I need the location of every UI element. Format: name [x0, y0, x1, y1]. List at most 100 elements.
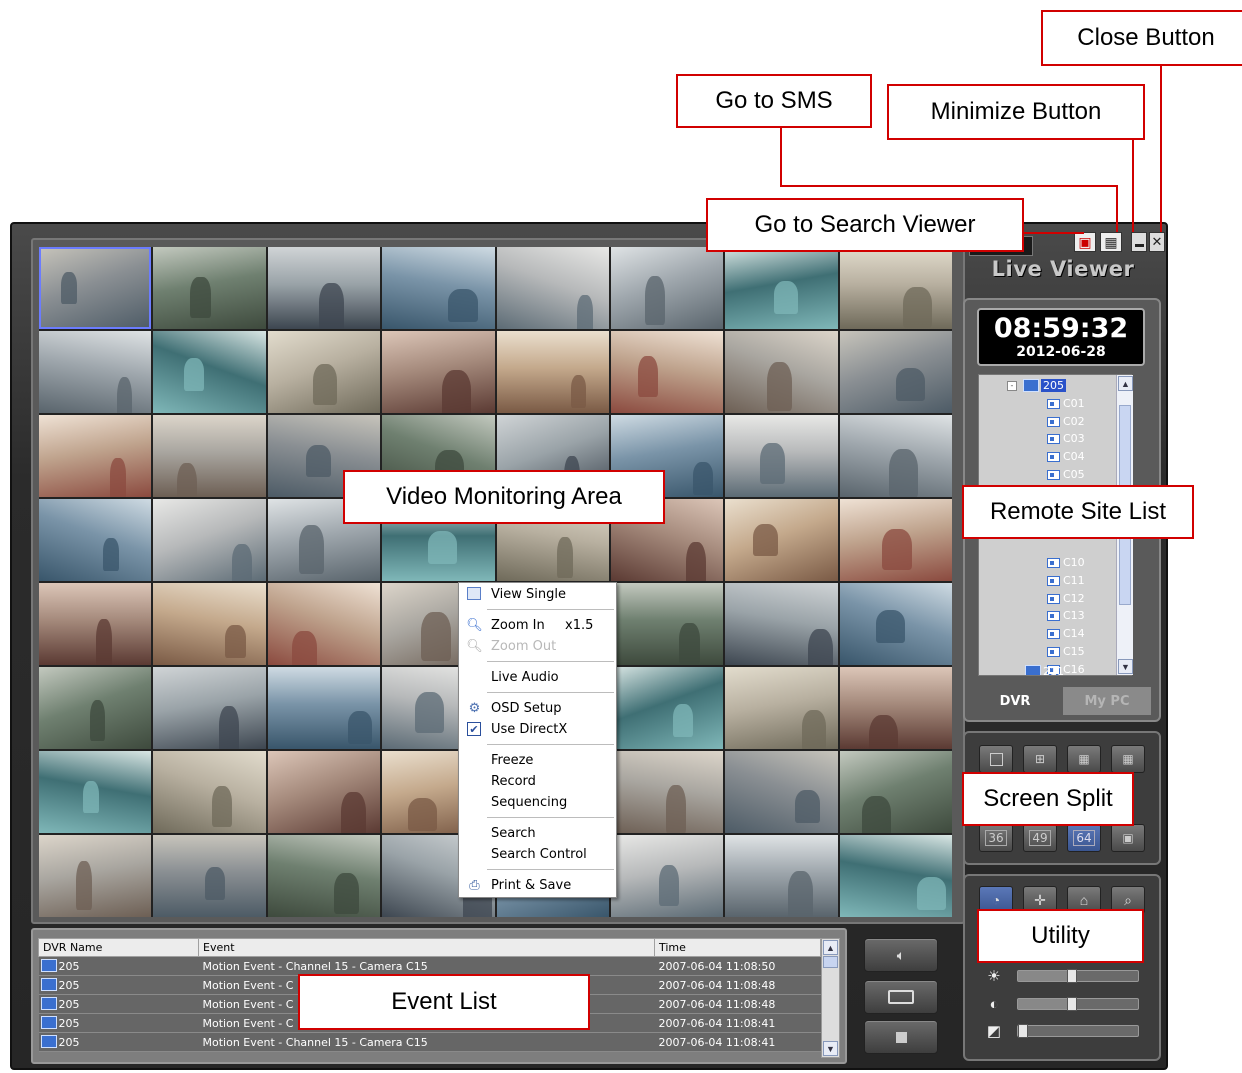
camera-tile[interactable]	[267, 331, 381, 413]
camera-tile[interactable]	[39, 583, 152, 665]
camera-tile[interactable]	[153, 835, 266, 917]
camera-tile[interactable]	[725, 667, 838, 749]
tree-node-camera[interactable]: C04	[1047, 448, 1085, 465]
camera-tile[interactable]	[267, 583, 381, 665]
record-button[interactable]	[864, 980, 938, 1014]
camera-tile[interactable]	[610, 331, 724, 413]
split-49-button[interactable]: 49	[1023, 824, 1057, 852]
camera-tile[interactable]	[496, 331, 609, 413]
minimize-button[interactable]	[1131, 232, 1147, 252]
menu-print-save[interactable]: ⎙ Print & Save	[459, 875, 616, 896]
menu-search[interactable]: Search	[459, 823, 616, 844]
camera-tile[interactable]	[153, 583, 266, 665]
camera-tile[interactable]	[153, 247, 266, 329]
menu-use-directx[interactable]: ✔ Use DirectX	[459, 719, 616, 740]
split-1-button[interactable]	[979, 745, 1013, 773]
tree-node-camera[interactable]: C02	[1047, 413, 1085, 430]
menu-freeze[interactable]: Freeze	[459, 750, 616, 771]
camera-tile[interactable]	[153, 751, 266, 833]
column-event[interactable]: Event	[198, 938, 655, 957]
scroll-up-icon[interactable]: ▲	[823, 940, 838, 955]
camera-tile[interactable]	[267, 751, 381, 833]
camera-tile[interactable]	[725, 247, 838, 329]
camera-tile[interactable]	[725, 331, 838, 413]
tree-scroll-down-icon[interactable]: ▼	[1118, 659, 1133, 674]
camera-tile[interactable]	[267, 667, 381, 749]
tree-scroll-up-icon[interactable]: ▲	[1118, 376, 1133, 391]
tree-node-camera[interactable]: C15	[1047, 643, 1085, 660]
tree-node-camera[interactable]: C13	[1047, 607, 1085, 624]
camera-tile[interactable]	[39, 247, 152, 329]
menu-osd-setup[interactable]: ⚙ OSD Setup	[459, 698, 616, 719]
column-dvr-name[interactable]: DVR Name	[38, 938, 199, 957]
camera-tile[interactable]	[725, 835, 838, 917]
camera-tile[interactable]	[839, 583, 952, 665]
event-row[interactable]: 205 Motion Event - Channel 15 - Camera C1…	[38, 956, 821, 976]
split-4-button[interactable]: ⊞	[1023, 745, 1057, 773]
tree-node-site[interactable]: -205	[1007, 377, 1066, 394]
menu-zoom-out[interactable]: 🔍︎ Zoom Out	[459, 636, 616, 657]
menu-view-single[interactable]: View Single	[459, 584, 616, 605]
camera-tile[interactable]	[610, 667, 724, 749]
fullscreen-button[interactable]: ▣	[1111, 824, 1145, 852]
camera-tile[interactable]	[839, 835, 952, 917]
camera-tile[interactable]	[39, 667, 152, 749]
tree-node-camera[interactable]: C14	[1047, 625, 1085, 642]
menu-record[interactable]: Record	[459, 771, 616, 792]
tab-dvr[interactable]: DVR	[971, 687, 1059, 715]
event-row[interactable]: 205 Motion Event - Channel 15 - Camera C1…	[38, 1032, 821, 1052]
camera-tile[interactable]	[267, 835, 381, 917]
camera-tile[interactable]	[725, 415, 838, 497]
tree-node-camera[interactable]: C01	[1047, 395, 1085, 412]
event-list-scrollbar[interactable]: ▲ ▼	[821, 938, 840, 1058]
camera-tile[interactable]	[153, 499, 266, 581]
camera-tile[interactable]	[39, 499, 152, 581]
close-button[interactable]: ✕	[1149, 232, 1165, 252]
tree-node-camera[interactable]: C12	[1047, 590, 1085, 607]
camera-tile[interactable]	[382, 331, 495, 413]
split-16-button[interactable]: ▦	[1111, 745, 1145, 773]
tree-node-camera[interactable]: C03	[1047, 430, 1085, 447]
camera-tile[interactable]	[839, 499, 952, 581]
camera-tile[interactable]	[39, 331, 152, 413]
saturation-thumb[interactable]	[1018, 1024, 1028, 1038]
camera-tile[interactable]	[153, 667, 266, 749]
camera-tile[interactable]	[725, 583, 838, 665]
camera-tile[interactable]	[267, 247, 381, 329]
column-time[interactable]: Time	[654, 938, 821, 957]
tree-node-camera[interactable]: C10	[1047, 554, 1085, 571]
camera-tile[interactable]	[39, 415, 152, 497]
search-viewer-button[interactable]: ▣	[1074, 232, 1096, 252]
camera-tile[interactable]	[725, 499, 838, 581]
saturation-slider[interactable]	[1017, 1024, 1139, 1038]
camera-tile[interactable]	[153, 415, 266, 497]
stop-button[interactable]	[864, 1020, 938, 1054]
menu-live-audio[interactable]: Live Audio	[459, 667, 616, 688]
camera-tile[interactable]	[725, 751, 838, 833]
menu-zoom-in[interactable]: 🔍︎ Zoom In x1.5	[459, 615, 616, 636]
menu-sequencing[interactable]: Sequencing	[459, 792, 616, 813]
sms-button[interactable]: ▦	[1100, 232, 1122, 252]
camera-tile[interactable]	[839, 751, 952, 833]
split-9-button[interactable]: ▦	[1067, 745, 1101, 773]
camera-tile[interactable]	[839, 667, 952, 749]
camera-tile[interactable]	[382, 247, 495, 329]
contrast-thumb[interactable]	[1067, 997, 1077, 1011]
scroll-thumb[interactable]	[823, 956, 838, 968]
camera-tile[interactable]	[839, 415, 952, 497]
camera-tile[interactable]	[610, 583, 724, 665]
split-36-button[interactable]: 36	[979, 824, 1013, 852]
camera-tile[interactable]	[153, 331, 266, 413]
camera-tile[interactable]	[496, 247, 609, 329]
tree-node-site[interactable]: 211	[1025, 663, 1064, 675]
menu-search-control[interactable]: Search Control	[459, 844, 616, 865]
camera-tile[interactable]	[839, 247, 952, 329]
tree-node-camera[interactable]: C05	[1047, 466, 1085, 483]
tree-node-camera[interactable]: C11	[1047, 572, 1085, 589]
camera-tile[interactable]	[39, 835, 152, 917]
split-64-button[interactable]: 64	[1067, 824, 1101, 852]
audio-button[interactable]: 🔈︎	[864, 938, 938, 972]
camera-tile[interactable]	[610, 835, 724, 917]
camera-tile[interactable]	[610, 751, 724, 833]
camera-tile[interactable]	[839, 331, 952, 413]
